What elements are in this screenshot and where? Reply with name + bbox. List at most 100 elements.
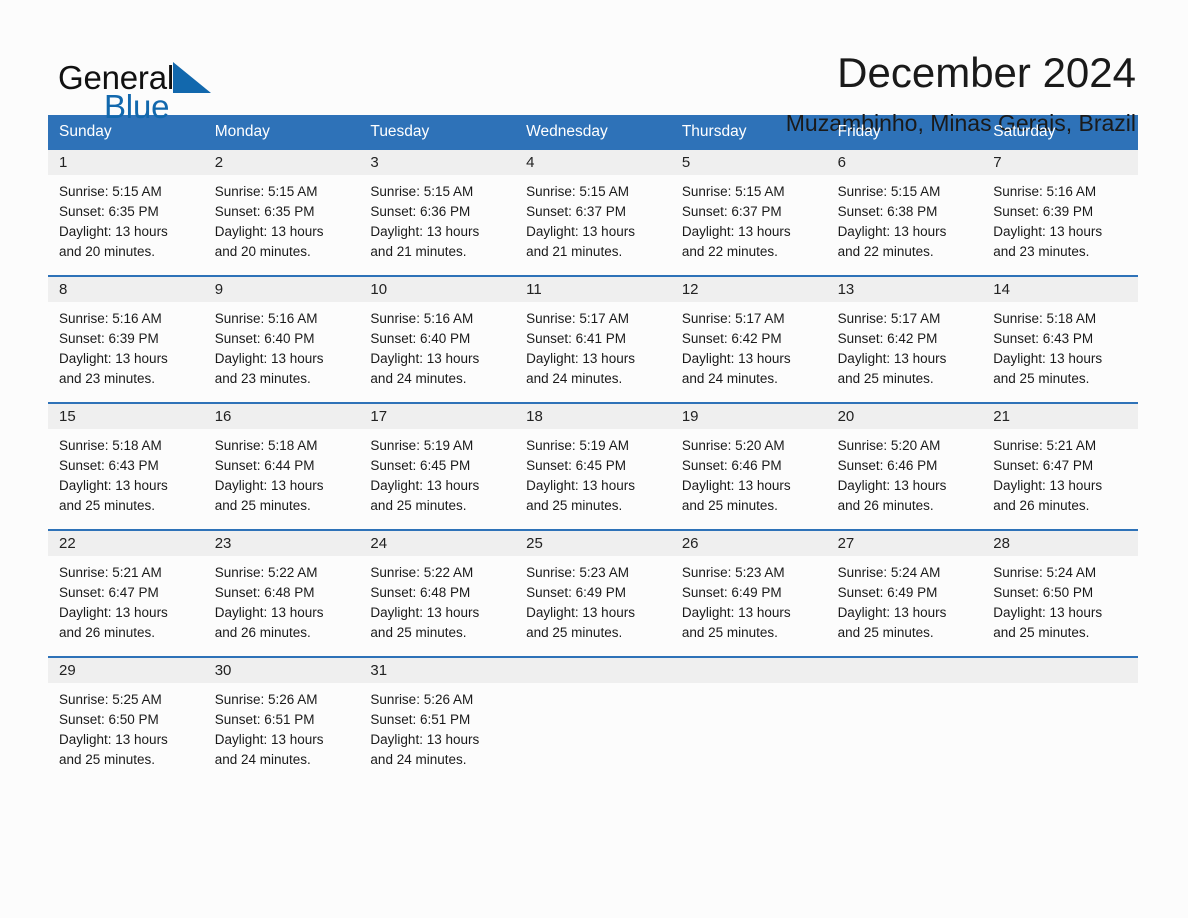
- calendar-day-cell-empty: [670, 658, 827, 774]
- sunrise-text: Sunrise: 5:17 AM: [681, 311, 785, 326]
- daylight-text-line2: and 24 minutes.: [214, 752, 311, 767]
- daylight-text-line2: and 25 minutes.: [681, 625, 778, 640]
- daylight-text-line2: and 24 minutes.: [681, 371, 778, 386]
- daylight-text-line2: and 22 minutes.: [681, 244, 778, 259]
- sunrise-text: Sunrise: 5:25 AM: [59, 692, 162, 707]
- calendar-day-cell[interactable]: 1 Sunrise: 5:15 AM Sunset: 6:35 PM Daylight…: [48, 150, 204, 266]
- sunrise-text: Sunrise: 5:23 AM: [526, 565, 629, 580]
- calendar-day-cell[interactable]: 27 Sunrise: 5:24 AM Sunset: 6:49 PM Dayligh…: [826, 531, 983, 647]
- sunset-text: Sunset: 6:42 PM: [681, 331, 782, 346]
- day-number: 9: [203, 277, 360, 302]
- calendar-week-row: 22 Sunrise: 5:21 AM Sunset: 6:47 PM Dayligh…: [48, 529, 1138, 647]
- daylight-text-line1: Daylight: 13 hours: [370, 351, 480, 366]
- day-number: 17: [359, 404, 516, 429]
- sunset-text: Sunset: 6:43 PM: [59, 458, 159, 473]
- daylight-text-line1: Daylight: 13 hours: [681, 224, 791, 239]
- calendar-day-cell[interactable]: 8 Sunrise: 5:16 AM Sunset: 6:39 PM Daylight…: [48, 277, 204, 393]
- daylight-text-line2: and 20 minutes.: [59, 244, 156, 259]
- daylight-text-line2: and 25 minutes.: [526, 625, 623, 640]
- calendar-day-cell[interactable]: 10 Sunrise: 5:16 AM Sunset: 6:40 PM Dayligh…: [359, 277, 516, 393]
- day-sun-info: Sunrise: 5:21 AM Sunset: 6:47 PM Daylight:…: [48, 556, 204, 643]
- calendar-day-cell[interactable]: 29 Sunrise: 5:25 AM Sunset: 6:50 PM Dayligh…: [48, 658, 204, 774]
- calendar-day-cell[interactable]: 15 Sunrise: 5:18 AM Sunset: 6:43 PM Dayligh…: [48, 404, 204, 520]
- day-number: 8: [48, 277, 204, 302]
- calendar-day-cell[interactable]: 19 Sunrise: 5:20 AM Sunset: 6:46 PM Dayligh…: [670, 404, 827, 520]
- daylight-text-line2: and 24 minutes.: [526, 371, 623, 386]
- daylight-text-line2: and 25 minutes.: [993, 371, 1090, 386]
- sunrise-text: Sunrise: 5:15 AM: [526, 184, 629, 199]
- sunset-text: Sunset: 6:51 PM: [370, 712, 471, 727]
- day-sun-info: Sunrise: 5:23 AM Sunset: 6:49 PM Daylight:…: [515, 556, 671, 643]
- calendar-day-cell[interactable]: 21 Sunrise: 5:21 AM Sunset: 6:47 PM Dayligh…: [982, 404, 1138, 520]
- calendar-day-cell[interactable]: 3 Sunrise: 5:15 AM Sunset: 6:36 PM Daylight…: [359, 150, 516, 266]
- sunset-text: Sunset: 6:35 PM: [214, 204, 315, 219]
- calendar-day-cell[interactable]: 14 Sunrise: 5:18 AM Sunset: 6:43 PM Dayligh…: [982, 277, 1138, 393]
- day-sun-info: Sunrise: 5:18 AM Sunset: 6:43 PM Daylight:…: [982, 302, 1138, 389]
- daylight-text-line1: Daylight: 13 hours: [370, 224, 480, 239]
- sunrise-text: Sunrise: 5:17 AM: [526, 311, 629, 326]
- daylight-text-line1: Daylight: 13 hours: [526, 605, 635, 620]
- sunset-text: Sunset: 6:36 PM: [370, 204, 471, 219]
- calendar-day-cell[interactable]: 28 Sunrise: 5:24 AM Sunset: 6:50 PM Dayligh…: [982, 531, 1138, 647]
- sunrise-text: Sunrise: 5:15 AM: [370, 184, 474, 199]
- day-sun-info: Sunrise: 5:22 AM Sunset: 6:48 PM Daylight:…: [204, 556, 360, 643]
- daylight-text-line1: Daylight: 13 hours: [681, 351, 791, 366]
- day-number: 13: [826, 277, 983, 302]
- calendar-day-cell[interactable]: 31 Sunrise: 5:26 AM Sunset: 6:51 PM Dayligh…: [359, 658, 516, 774]
- calendar-grid: Sunday Monday Tuesday Wednesday Thursday…: [48, 115, 1138, 774]
- daylight-text-line2: and 24 minutes.: [370, 371, 467, 386]
- day-number: 5: [670, 150, 827, 175]
- calendar-day-cell[interactable]: 7 Sunrise: 5:16 AM Sunset: 6:39 PM Daylight…: [982, 150, 1138, 266]
- calendar-day-cell[interactable]: 22 Sunrise: 5:21 AM Sunset: 6:47 PM Dayligh…: [48, 531, 204, 647]
- calendar-day-cell[interactable]: 20 Sunrise: 5:20 AM Sunset: 6:46 PM Dayligh…: [826, 404, 983, 520]
- daylight-text-line1: Daylight: 13 hours: [681, 478, 791, 493]
- calendar-day-cell[interactable]: 24 Sunrise: 5:22 AM Sunset: 6:48 PM Dayligh…: [359, 531, 516, 647]
- sunset-text: Sunset: 6:42 PM: [837, 331, 938, 346]
- day-number: [670, 658, 827, 683]
- sunrise-text: Sunrise: 5:24 AM: [993, 565, 1097, 580]
- sunset-text: Sunset: 6:51 PM: [214, 712, 315, 727]
- day-number: 18: [515, 404, 671, 429]
- daylight-text-line2: and 25 minutes.: [59, 498, 156, 513]
- calendar-day-cell[interactable]: 23 Sunrise: 5:22 AM Sunset: 6:48 PM Dayligh…: [203, 531, 360, 647]
- sunrise-text: Sunrise: 5:20 AM: [837, 438, 941, 453]
- daylight-text-line2: and 22 minutes.: [837, 244, 934, 259]
- calendar-day-cell[interactable]: 25 Sunrise: 5:23 AM Sunset: 6:49 PM Dayligh…: [515, 531, 671, 647]
- calendar-day-cell[interactable]: 16 Sunrise: 5:18 AM Sunset: 6:44 PM Dayligh…: [203, 404, 360, 520]
- daylight-text-line1: Daylight: 13 hours: [59, 605, 168, 620]
- day-number: 7: [982, 150, 1138, 175]
- calendar-day-cell[interactable]: 13 Sunrise: 5:17 AM Sunset: 6:42 PM Dayligh…: [826, 277, 983, 393]
- calendar-day-cell[interactable]: 9 Sunrise: 5:16 AM Sunset: 6:40 PM Daylight…: [203, 277, 360, 393]
- daylight-text-line2: and 23 minutes.: [59, 371, 156, 386]
- sunrise-text: Sunrise: 5:19 AM: [526, 438, 629, 453]
- calendar-day-cell[interactable]: 26 Sunrise: 5:23 AM Sunset: 6:49 PM Dayligh…: [670, 531, 827, 647]
- daylight-text-line2: and 26 minutes.: [993, 498, 1090, 513]
- calendar-day-cell[interactable]: 30 Sunrise: 5:26 AM Sunset: 6:51 PM Dayligh…: [203, 658, 360, 774]
- calendar-day-cell[interactable]: 18 Sunrise: 5:19 AM Sunset: 6:45 PM Dayligh…: [515, 404, 671, 520]
- calendar-day-cell[interactable]: 17 Sunrise: 5:19 AM Sunset: 6:45 PM Dayligh…: [359, 404, 516, 520]
- logo-triangle-icon: [173, 62, 212, 93]
- day-sun-info: Sunrise: 5:15 AM Sunset: 6:35 PM Daylight:…: [48, 175, 204, 262]
- calendar-day-cell-empty: [982, 658, 1138, 774]
- weekday-header-thursday: Thursday: [681, 123, 747, 140]
- calendar-day-cell[interactable]: 5 Sunrise: 5:15 AM Sunset: 6:37 PM Daylight…: [670, 150, 827, 266]
- calendar-page: General Blue December 2024 Muzambinho, M…: [0, 0, 1188, 918]
- calendar-day-cell[interactable]: 4 Sunrise: 5:15 AM Sunset: 6:37 PM Daylight…: [515, 150, 671, 266]
- calendar-day-cell[interactable]: 6 Sunrise: 5:15 AM Sunset: 6:38 PM Daylight…: [826, 150, 983, 266]
- calendar-day-cell[interactable]: 11 Sunrise: 5:17 AM Sunset: 6:41 PM Dayligh…: [515, 277, 671, 393]
- day-sun-info: Sunrise: 5:24 AM Sunset: 6:50 PM Daylight:…: [982, 556, 1138, 643]
- calendar-day-cell[interactable]: 12 Sunrise: 5:17 AM Sunset: 6:42 PM Dayligh…: [670, 277, 827, 393]
- day-sun-info: Sunrise: 5:18 AM Sunset: 6:44 PM Daylight:…: [204, 429, 360, 516]
- sunset-text: Sunset: 6:37 PM: [526, 204, 626, 219]
- generalblue-logo[interactable]: General Blue: [58, 46, 288, 126]
- sunset-text: Sunset: 6:43 PM: [993, 331, 1094, 346]
- daylight-text-line2: and 21 minutes.: [526, 244, 623, 259]
- calendar-day-cell-empty: [826, 658, 983, 774]
- calendar-weeks: 1 Sunrise: 5:15 AM Sunset: 6:35 PM Daylight…: [48, 148, 1138, 774]
- sunset-text: Sunset: 6:49 PM: [837, 585, 938, 600]
- calendar-day-cell[interactable]: 2 Sunrise: 5:15 AM Sunset: 6:35 PM Daylight…: [203, 150, 360, 266]
- daylight-text-line2: and 25 minutes.: [993, 625, 1090, 640]
- sunset-text: Sunset: 6:40 PM: [370, 331, 471, 346]
- sunset-text: Sunset: 6:38 PM: [837, 204, 938, 219]
- daylight-text-line1: Daylight: 13 hours: [59, 351, 168, 366]
